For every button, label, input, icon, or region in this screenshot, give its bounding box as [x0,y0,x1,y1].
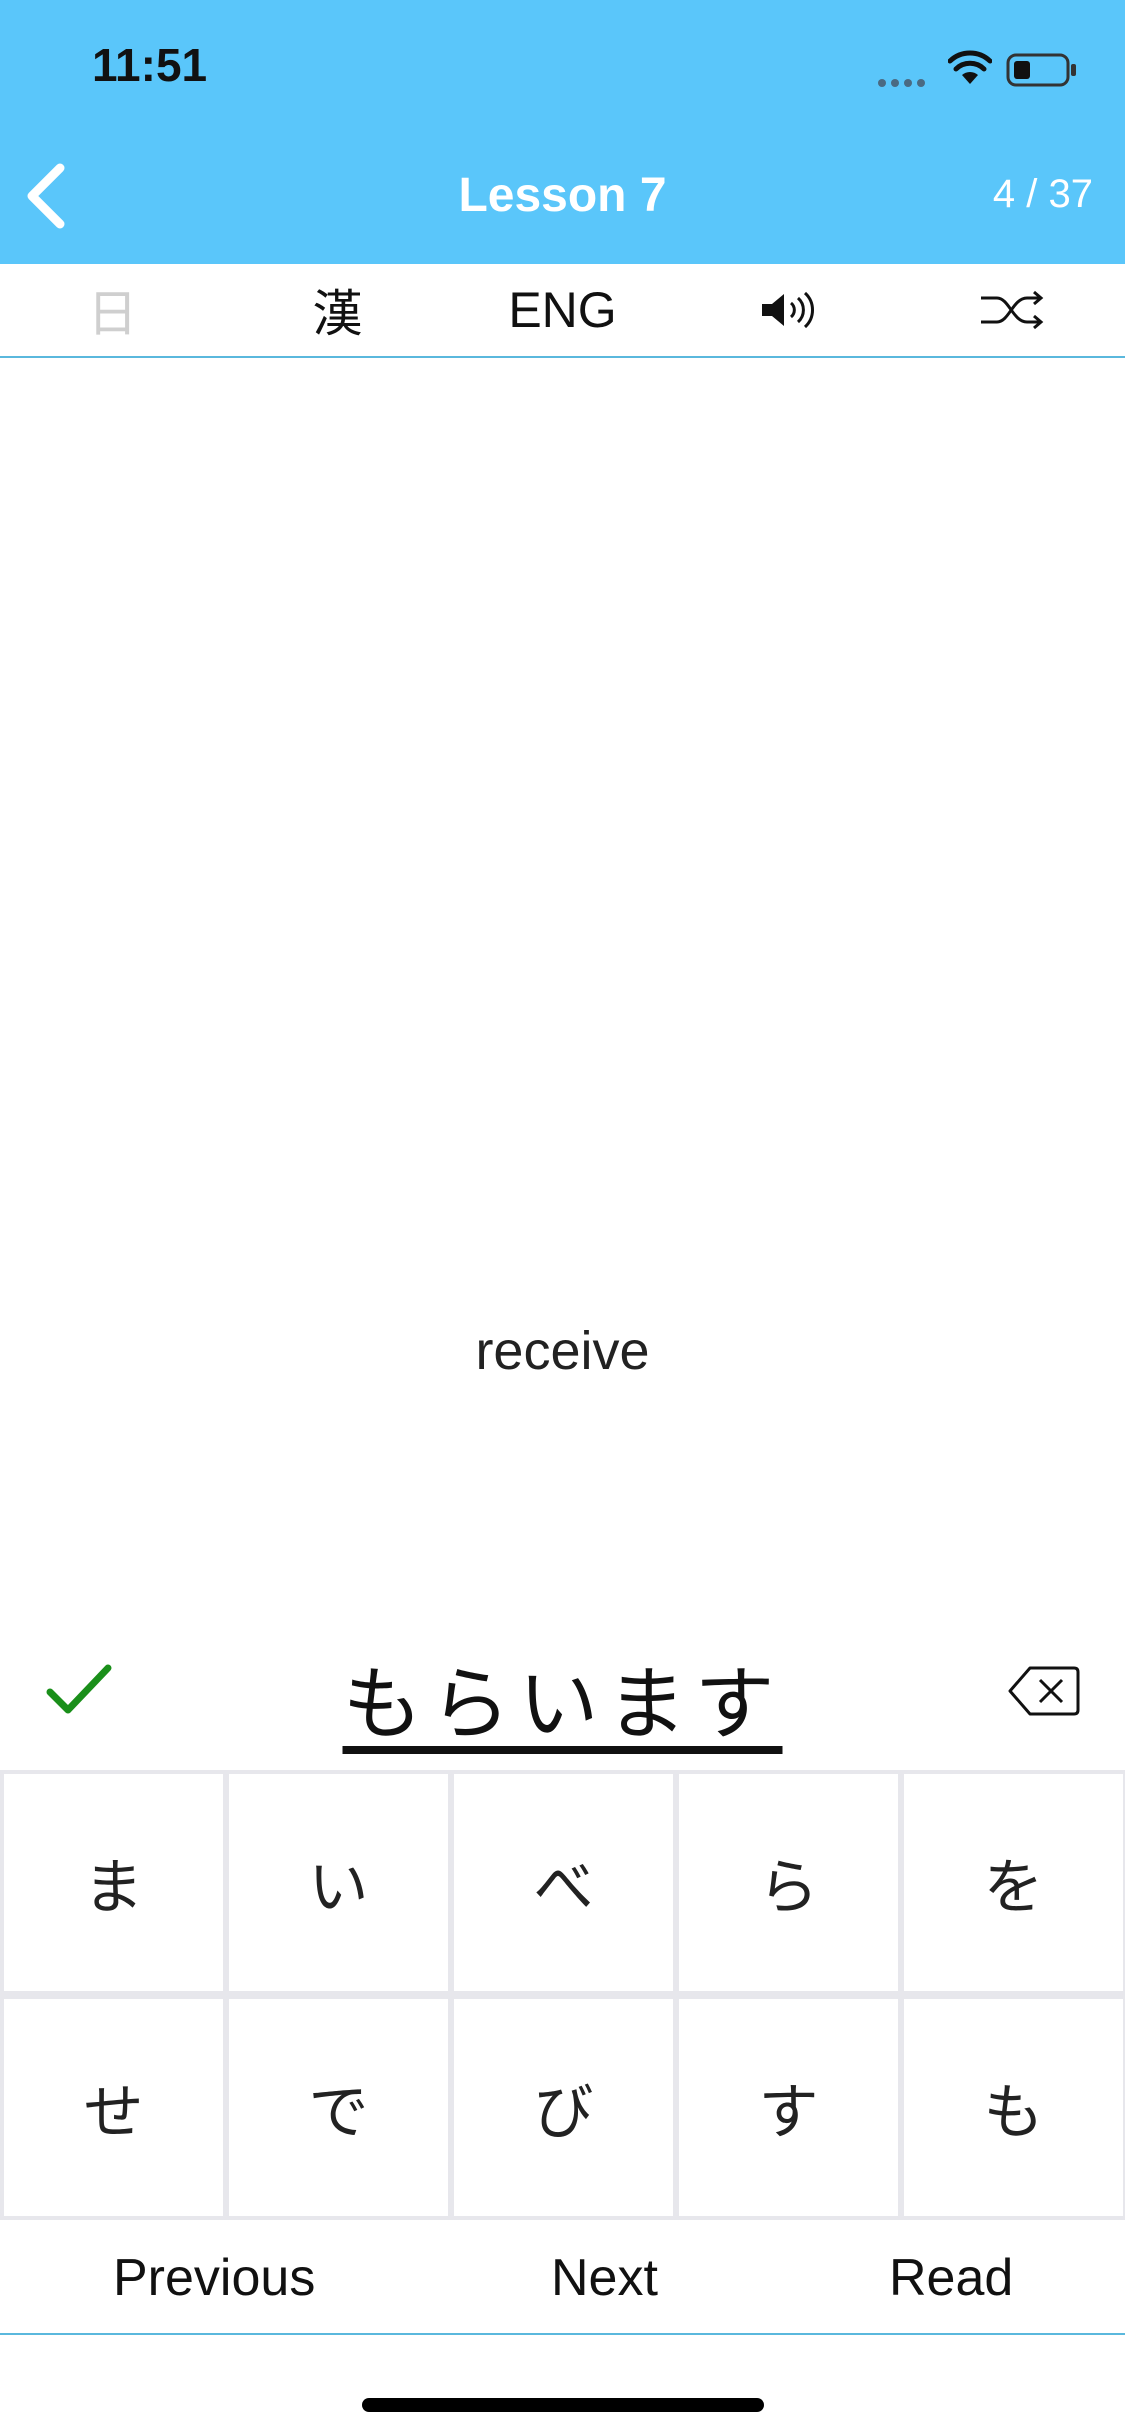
key-i[interactable]: い [229,1774,448,1991]
shuffle-icon [980,290,1043,330]
key-de[interactable]: で [229,1999,448,2216]
kanji-mode-button[interactable]: 漢 [225,264,450,356]
answer-text: もらいます [342,1658,783,1751]
cellular-signal-icon [878,72,930,91]
wifi-icon [948,50,992,84]
nav-header: 11:51 Lesson 7 4 / 37 [0,0,1125,264]
divider [0,2333,1125,2335]
battery-icon [1006,53,1076,87]
speaker-button[interactable] [675,264,900,356]
key-mo[interactable]: も [904,1999,1123,2216]
next-button[interactable]: Next [551,2248,658,2308]
english-mode-button[interactable]: ENG [450,264,675,356]
backspace-icon[interactable] [1008,1664,1080,1718]
page-title: Lesson 7 [458,169,667,222]
key-se[interactable]: せ [4,1999,223,2216]
card-counter: 4 / 37 [992,172,1093,216]
read-button[interactable]: Read [889,2248,1013,2308]
previous-button[interactable]: Previous [113,2248,315,2308]
key-bi[interactable]: び [454,1999,673,2216]
key-be[interactable]: べ [454,1774,673,1991]
home-indicator [362,2398,764,2412]
key-ra[interactable]: ら [679,1774,898,1991]
japanese-mode-button[interactable]: 日 [0,264,225,356]
speaker-icon [761,291,814,329]
key-su[interactable]: す [679,1999,898,2216]
shuffle-button[interactable] [900,264,1125,356]
kana-keyboard: ま い べ ら を せ で び す も [0,1770,1125,2220]
key-ma[interactable]: ま [4,1774,223,1991]
status-time: 11:51 [92,39,208,91]
card-prompt: receive [475,1321,650,1381]
mode-toolbar: 日 漢 ENG [0,264,1125,358]
key-wo[interactable]: を [904,1774,1123,1991]
